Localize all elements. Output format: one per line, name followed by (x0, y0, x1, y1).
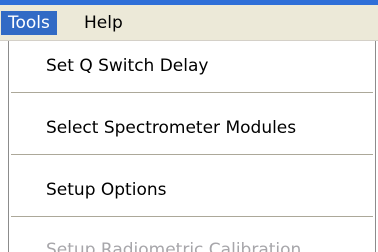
application-window: Tools Help Set Q Switch Delay Select Spe… (0, 0, 378, 252)
menu-separator (11, 154, 373, 155)
menu-tools[interactable]: Tools (1, 11, 57, 35)
menu-item-select-spectrometer-modules[interactable]: Select Spectrometer Modules (9, 114, 375, 142)
menu-separator (11, 92, 373, 93)
menu-bar: Tools Help (0, 5, 378, 41)
menu-help[interactable]: Help (77, 11, 130, 35)
menu-item-setup-radiometric-calibration: Setup Radiometric Calibration (46, 240, 302, 252)
menu-item-set-q-switch-delay[interactable]: Set Q Switch Delay (9, 52, 375, 80)
menu-separator (11, 216, 373, 217)
menu-item-setup-options[interactable]: Setup Options (9, 176, 375, 204)
tools-dropdown-menu: Set Q Switch Delay Select Spectrometer M… (8, 41, 376, 252)
